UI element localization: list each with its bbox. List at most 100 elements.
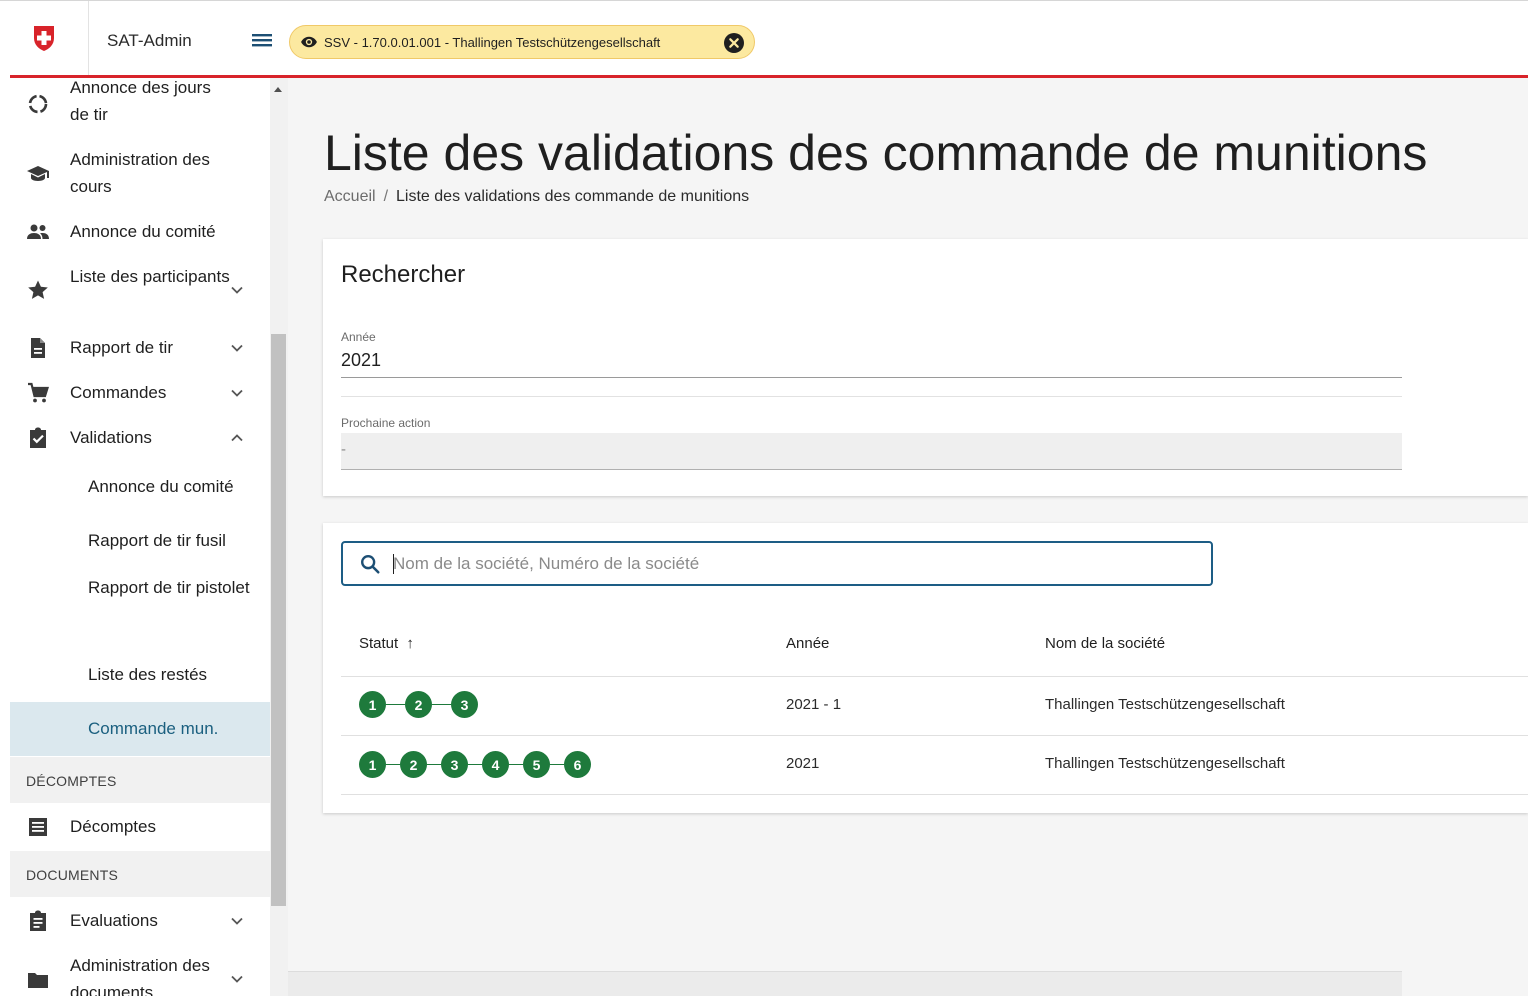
- breadcrumb-separator: /: [383, 188, 389, 205]
- clipboard-check-icon: [30, 427, 46, 448]
- status-step[interactable]: 1: [359, 751, 386, 778]
- step-connector: [427, 764, 441, 765]
- status-step[interactable]: 2: [400, 751, 427, 778]
- search-card-title: Rechercher: [341, 261, 466, 288]
- sidebar-subitem-annonce-comite[interactable]: Annonce du comité: [10, 464, 270, 508]
- receipt-icon: [29, 818, 47, 836]
- sidebar-subitem-rapport-tir-fusil[interactable]: Rapport de tir fusil: [10, 518, 270, 562]
- sidebar-item-annonce-comite[interactable]: Annonce du comité: [10, 214, 270, 250]
- status-step[interactable]: 3: [441, 751, 468, 778]
- menu-icon[interactable]: [250, 31, 274, 51]
- column-header-societe[interactable]: Nom de la société: [1045, 635, 1165, 652]
- sidebar-item-label: Liste des participants: [70, 267, 230, 286]
- sidebar-item-commandes[interactable]: Commandes: [10, 375, 270, 411]
- eye-icon: [301, 36, 317, 48]
- sidebar-subitem-label: Rapport de tir fusil: [88, 531, 226, 550]
- table-divider: [341, 794, 1528, 795]
- sidebar-item-validations[interactable]: Validations: [10, 420, 270, 456]
- status-step[interactable]: 1: [359, 691, 386, 718]
- main-content: Liste des validations des commande de mu…: [288, 78, 1528, 996]
- status-step[interactable]: 3: [451, 691, 478, 718]
- app-title[interactable]: SAT-Admin: [107, 31, 192, 51]
- sidebar-subitem-rapport-tir-pistolet[interactable]: Rapport de tir pistolet: [10, 572, 270, 634]
- sidebar-subitem-commande-mun[interactable]: Commande mun.: [10, 702, 270, 756]
- step-connector: [432, 704, 451, 705]
- swiss-shield-icon: [34, 26, 54, 51]
- chevron-down-icon: [231, 286, 243, 294]
- next-action-label: Prochaine action: [341, 416, 431, 430]
- sidebar-item-annonce-jours-tir[interactable]: Annonce des jours de tir: [10, 78, 270, 132]
- status-step[interactable]: 2: [405, 691, 432, 718]
- step-connector: [468, 764, 482, 765]
- company-search-input[interactable]: [393, 551, 1193, 577]
- status-steps[interactable]: 123: [359, 691, 478, 718]
- scroll-up-arrow[interactable]: [274, 87, 282, 92]
- sort-ascending-icon[interactable]: ↑: [406, 635, 414, 652]
- group-icon: [27, 224, 49, 239]
- table-divider: [341, 676, 1528, 677]
- breadcrumb: Accueil / Liste des validations des comman…: [324, 188, 749, 206]
- sidebar-item-administration-documents[interactable]: Administration des documents: [10, 948, 270, 996]
- year-field-label: Année: [341, 330, 376, 344]
- status-step[interactable]: 4: [482, 751, 509, 778]
- sidebar-item-administration-cours[interactable]: Administration des cours: [10, 144, 270, 204]
- year-field-underline: [341, 377, 1402, 378]
- progress-icon: [28, 94, 48, 114]
- sidebar-subitem-label: Commande mun.: [88, 719, 219, 738]
- year-field[interactable]: 2021: [341, 350, 381, 371]
- results-card: Statut ↑ Année Nom de la société 123 202…: [323, 523, 1528, 813]
- cart-icon: [28, 382, 49, 403]
- school-icon: [27, 166, 49, 181]
- chevron-down-icon: [231, 344, 243, 352]
- sidebar-item-evaluations[interactable]: Evaluations: [10, 903, 270, 939]
- sidebar-item-label: Annonce des jours de tir: [70, 78, 211, 124]
- status-step[interactable]: 6: [564, 751, 591, 778]
- column-header-statut[interactable]: Statut ↑: [359, 635, 414, 652]
- footer-strip: [288, 971, 1402, 996]
- sidebar-item-label: Annonce du comité: [70, 222, 216, 241]
- sidebar-subitem-liste-restes[interactable]: Liste des restés: [10, 652, 270, 696]
- close-icon[interactable]: [724, 33, 744, 53]
- scrollbar-thumb[interactable]: [271, 334, 286, 906]
- sidebar-item-rapport-tir[interactable]: Rapport de tir: [10, 330, 270, 366]
- chevron-down-icon: [231, 389, 243, 397]
- divider: [341, 396, 1402, 397]
- table-cell-company[interactable]: Thallingen Testschützengesellschaft: [1045, 696, 1285, 713]
- sidebar-scrollbar[interactable]: [270, 78, 288, 996]
- sidebar-item-label: Rapport de tir: [70, 338, 173, 357]
- top-bar: SAT-Admin SSV - 1.70.0.01.001 - Thalling…: [0, 0, 1528, 79]
- document-icon: [31, 338, 45, 358]
- sidebar-item-label: Administration des cours: [70, 150, 210, 196]
- chevron-down-icon: [231, 917, 243, 925]
- folder-icon: [28, 973, 48, 988]
- company-search-box[interactable]: [341, 541, 1213, 586]
- next-action-value: -: [341, 441, 346, 458]
- search-card: Rechercher Année 2021 Prochaine action -: [323, 239, 1528, 496]
- star-icon: [28, 280, 48, 299]
- sidebar-item-label: Décomptes: [70, 817, 156, 836]
- step-connector: [386, 704, 405, 705]
- section-label: DÉCOMPTES: [26, 773, 117, 789]
- sidebar-subitem-label: Annonce du comité: [88, 477, 234, 496]
- sidebar-item-decomptes[interactable]: Décomptes: [10, 809, 270, 845]
- sidebar-item-label: Validations: [70, 428, 152, 447]
- search-icon: [361, 555, 380, 574]
- sidebar-item-liste-participants[interactable]: Liste des participants: [10, 260, 270, 320]
- status-steps[interactable]: 123456: [359, 751, 591, 778]
- status-step[interactable]: 5: [523, 751, 550, 778]
- chevron-up-icon: [231, 434, 243, 442]
- context-chip-label: SSV - 1.70.0.01.001 - Thallingen Testsch…: [324, 34, 661, 50]
- context-chip[interactable]: SSV - 1.70.0.01.001 - Thallingen Testsch…: [289, 25, 755, 59]
- logo-cell: [0, 1, 89, 75]
- sidebar-item-label: Administration des documents: [70, 956, 210, 996]
- table-cell-year: 2021 - 1: [786, 696, 842, 713]
- step-connector: [509, 764, 523, 765]
- table-cell-year: 2021: [786, 755, 820, 772]
- next-action-field: -: [341, 433, 1402, 469]
- column-header-annee[interactable]: Année: [786, 635, 829, 652]
- breadcrumb-home[interactable]: Accueil: [324, 188, 376, 205]
- table-cell-company[interactable]: Thallingen Testschützengesellschaft: [1045, 755, 1285, 772]
- step-connector: [550, 764, 564, 765]
- sidebar-section-documents: DOCUMENTS: [10, 851, 270, 897]
- section-label: DOCUMENTS: [26, 867, 119, 883]
